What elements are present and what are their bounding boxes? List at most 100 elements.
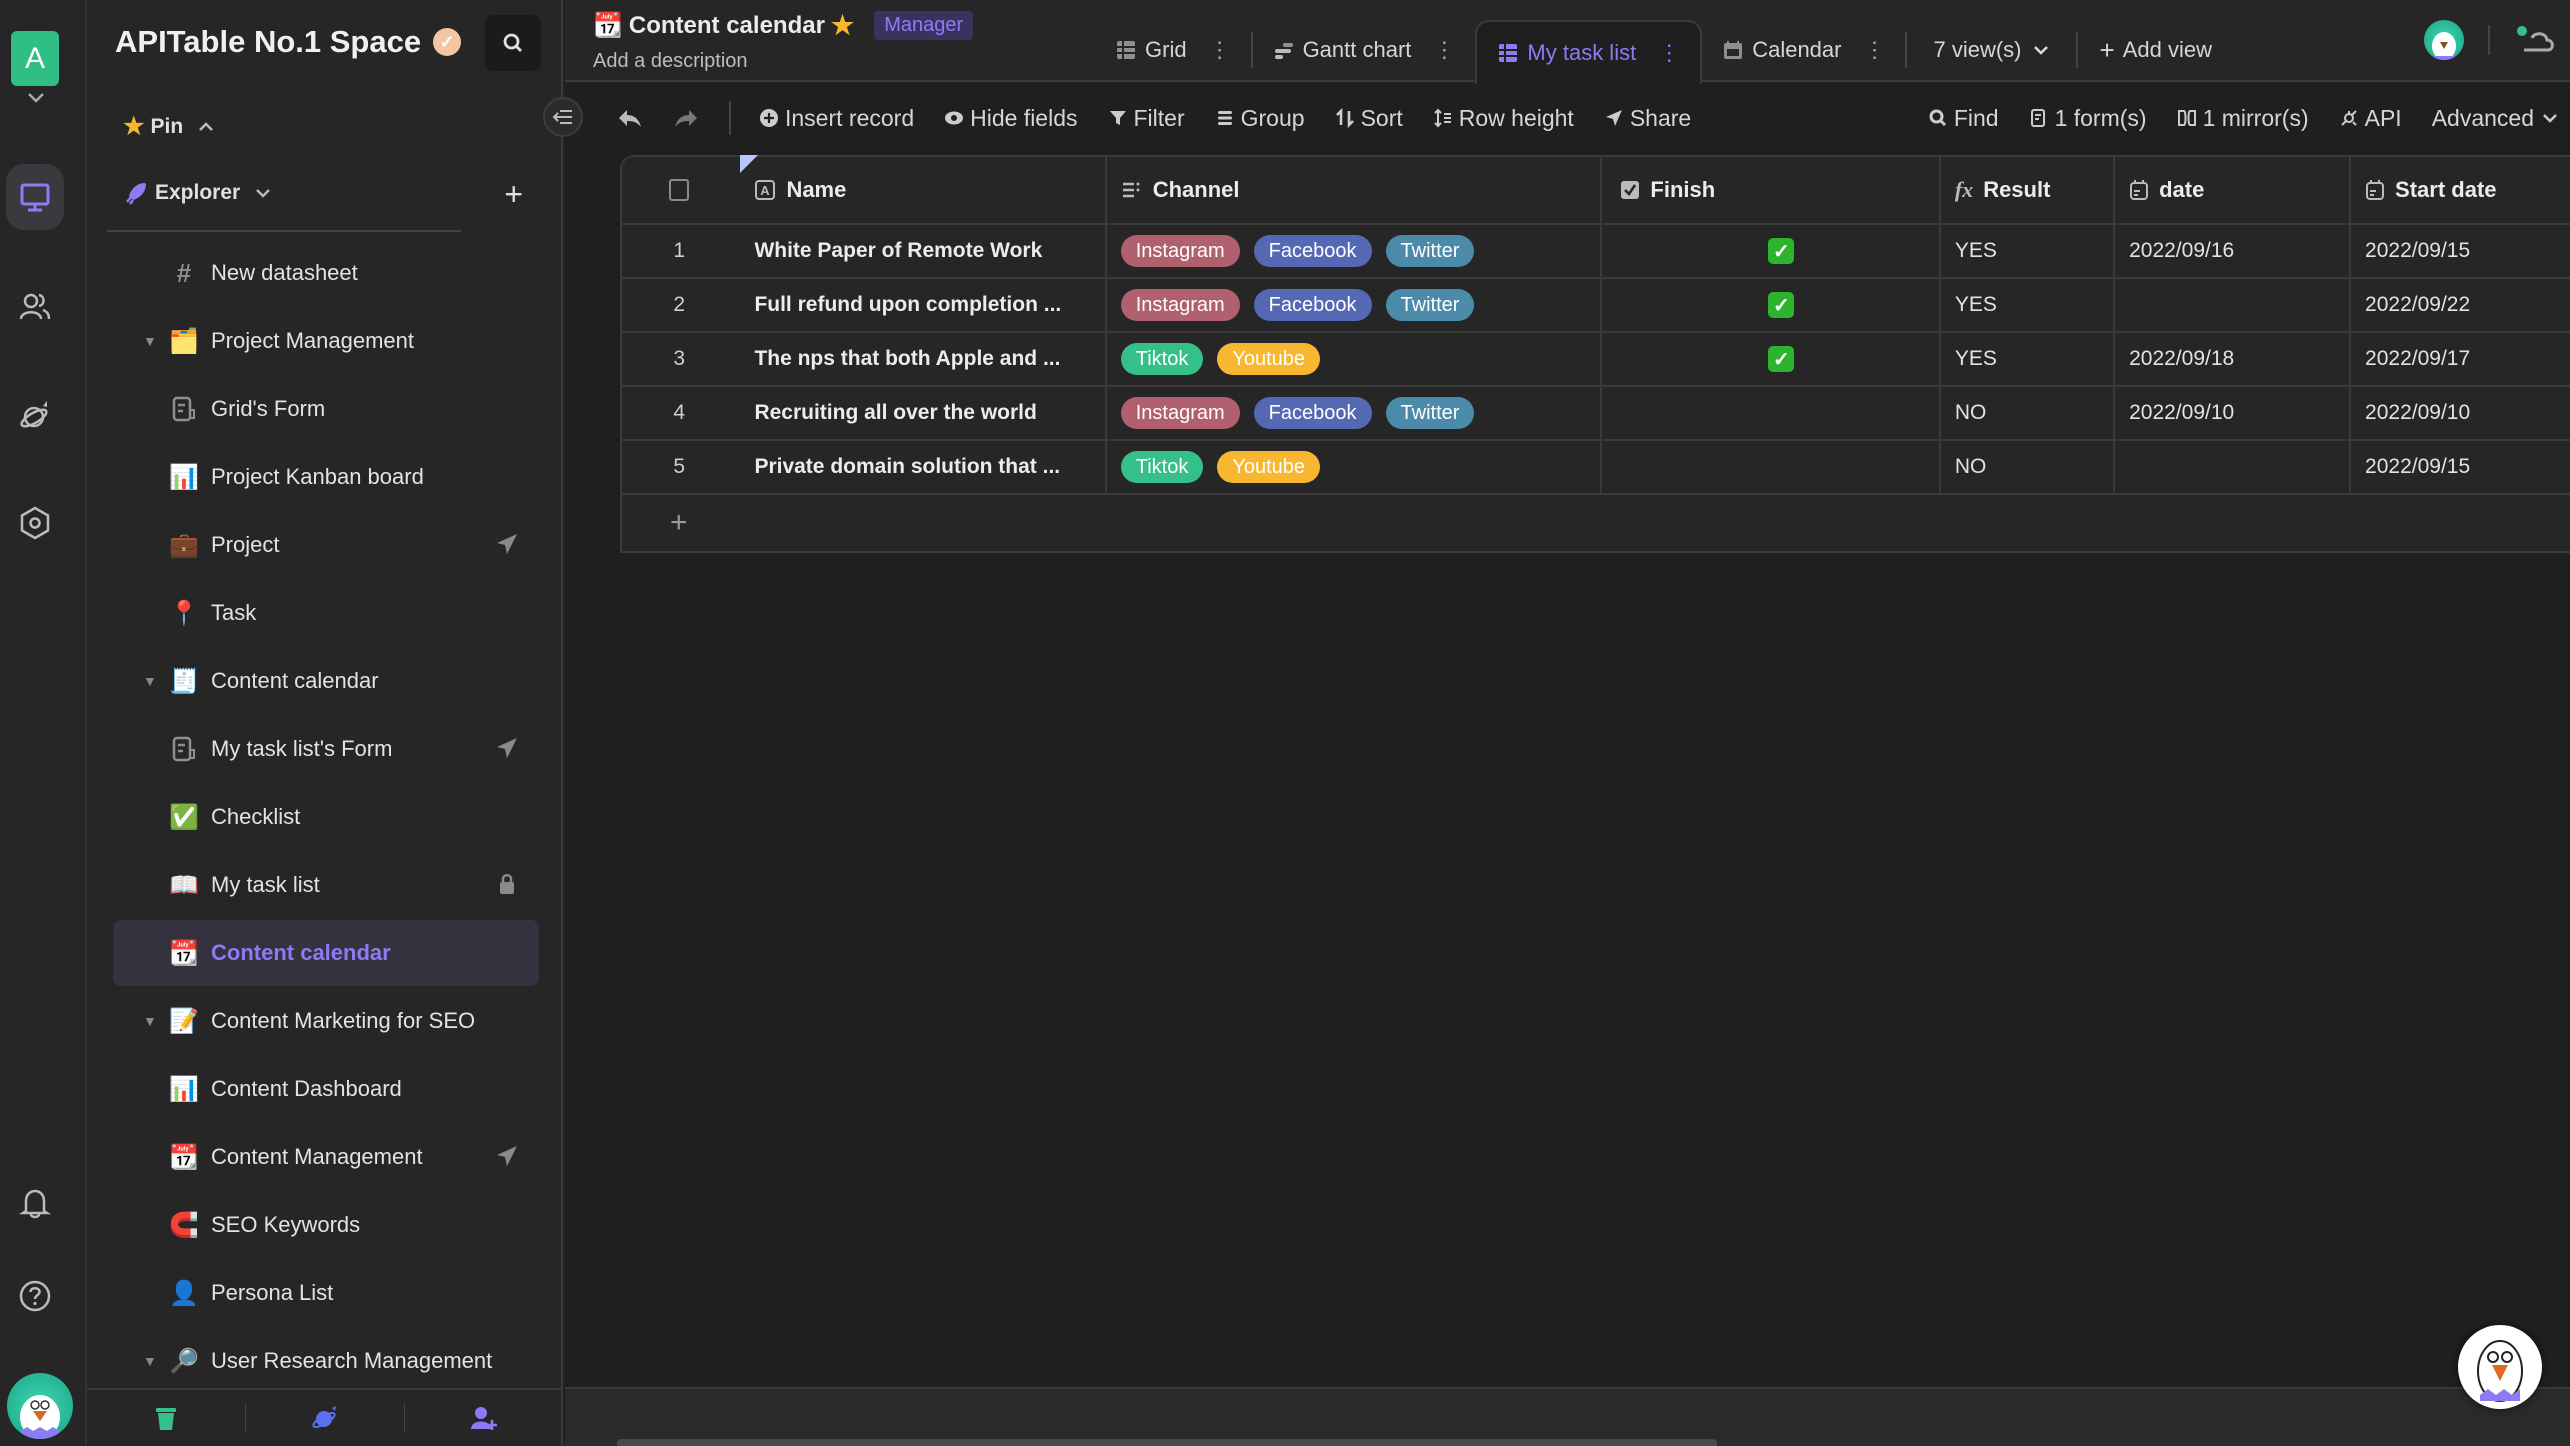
help-button[interactable]	[6, 1263, 64, 1329]
column-header-result[interactable]: fx Result	[1941, 157, 2116, 223]
sidebar-item[interactable]: Grid's Form	[113, 376, 539, 442]
sidebar-item[interactable]: 📊 Project Kanban board	[113, 444, 539, 510]
chevron-down-icon[interactable]	[26, 90, 46, 106]
start-date-cell[interactable]: 2022/09/15	[2351, 225, 2570, 277]
column-header-channel[interactable]: Channel	[1107, 157, 1603, 223]
checked-icon[interactable]: ✓	[1768, 346, 1795, 372]
management-button[interactable]	[6, 490, 64, 556]
workbench-button[interactable]	[6, 164, 64, 230]
row-index[interactable]: 1	[622, 225, 736, 277]
sidebar-item[interactable]: # New datasheet	[113, 240, 539, 306]
assistant-avatar-button[interactable]	[2458, 1325, 2542, 1409]
table-row[interactable]: 1 White Paper of Remote Work Instagram Face…	[622, 225, 2570, 279]
finish-cell[interactable]: ✓	[1602, 225, 1941, 277]
start-date-cell[interactable]: 2022/09/17	[2351, 333, 2570, 385]
sidebar-item[interactable]: 💼 Project	[113, 512, 539, 578]
calendar-emoji-icon[interactable]: 📆	[593, 11, 623, 40]
collapse-sidebar-button[interactable]	[543, 97, 583, 137]
cloud-sync-icon[interactable]	[2514, 24, 2558, 56]
space-switcher-avatar[interactable]: A	[11, 31, 59, 86]
channel-cell[interactable]: Instagram Facebook Twitter	[1107, 387, 1603, 439]
result-cell[interactable]: YES	[1941, 225, 2116, 277]
hide-fields-button[interactable]: Hide fields	[944, 105, 1078, 132]
horizontal-scrollbar[interactable]	[617, 1439, 1717, 1446]
views-dropdown[interactable]: 7 view(s)	[1907, 18, 2075, 82]
start-date-cell[interactable]: 2022/09/15	[2351, 441, 2570, 493]
tab-calendar[interactable]: Calendar ⋮	[1702, 18, 1905, 82]
checked-icon[interactable]: ✓	[1768, 292, 1795, 318]
checked-icon[interactable]: ✓	[1768, 238, 1795, 264]
result-cell[interactable]: NO	[1941, 387, 2116, 439]
chevron-down-icon[interactable]	[254, 186, 272, 200]
table-row[interactable]: 4 Recruiting all over the world Instagram F…	[622, 387, 2570, 441]
template-center-button[interactable]	[246, 1403, 405, 1433]
api-button[interactable]: API	[2339, 105, 2402, 132]
name-cell[interactable]: Full refund upon completion ...	[736, 279, 1107, 331]
table-row[interactable]: 2 Full refund upon completion ... Instagra…	[622, 279, 2570, 333]
column-header-finish[interactable]: Finish	[1602, 157, 1941, 223]
row-index[interactable]: 5	[622, 441, 736, 493]
add-record-button[interactable]: +	[622, 495, 2570, 551]
sidebar-item[interactable]: 📍 Task	[113, 580, 539, 646]
sidebar-item[interactable]: ✅ Checklist	[113, 784, 539, 850]
table-row[interactable]: 3 The nps that both Apple and ... Tiktok Yo…	[622, 333, 2570, 387]
result-cell[interactable]: YES	[1941, 279, 2116, 331]
explorer-label[interactable]: Explorer	[155, 181, 240, 205]
row-index[interactable]: 4	[622, 387, 736, 439]
select-all-checkbox[interactable]	[669, 179, 690, 201]
trash-button[interactable]	[87, 1403, 246, 1433]
row-index[interactable]: 2	[622, 279, 736, 331]
result-cell[interactable]: NO	[1941, 441, 2116, 493]
date-cell[interactable]: 2022/09/10	[2115, 387, 2352, 439]
caret-down-icon[interactable]: ▼	[143, 673, 157, 689]
name-cell[interactable]: Private domain solution that ...	[736, 441, 1107, 493]
sidebar-item[interactable]: My task list's Form	[113, 716, 539, 782]
insert-record-button[interactable]: Insert record	[759, 105, 914, 132]
date-cell[interactable]	[2115, 279, 2352, 331]
search-button[interactable]	[485, 15, 541, 71]
finish-cell[interactable]	[1602, 441, 1941, 493]
sort-button[interactable]: Sort	[1335, 105, 1403, 132]
finish-cell[interactable]	[1602, 387, 1941, 439]
channel-cell[interactable]: Instagram Facebook Twitter	[1107, 225, 1603, 277]
tab-my-task-list[interactable]: My task list ⋮	[1475, 20, 1703, 84]
caret-down-icon[interactable]: ▼	[143, 333, 157, 349]
row-height-button[interactable]: Row height	[1433, 105, 1574, 132]
advanced-dropdown[interactable]: Advanced	[2432, 105, 2560, 132]
group-button[interactable]: Group	[1215, 105, 1305, 132]
invite-member-button[interactable]	[405, 1403, 563, 1433]
name-cell[interactable]: Recruiting all over the world	[736, 387, 1107, 439]
result-cell[interactable]: YES	[1941, 333, 2116, 385]
name-cell[interactable]: White Paper of Remote Work	[736, 225, 1107, 277]
sidebar-item[interactable]: 📊 Content Dashboard	[113, 1056, 539, 1122]
space-title[interactable]: APITable No.1 Space ✓	[115, 24, 462, 60]
date-cell[interactable]: 2022/09/18	[2115, 333, 2352, 385]
favorite-star-icon[interactable]: ★	[831, 10, 854, 41]
name-cell[interactable]: The nps that both Apple and ...	[736, 333, 1107, 385]
collaborator-avatar[interactable]	[2424, 20, 2464, 60]
mirrors-button[interactable]: 1 mirror(s)	[2177, 105, 2309, 132]
start-date-cell[interactable]: 2022/09/10	[2351, 387, 2570, 439]
caret-down-icon[interactable]: ▼	[143, 1353, 157, 1369]
column-header-name[interactable]: A Name	[736, 157, 1107, 223]
sidebar-item[interactable]: ▼ 🔎 User Research Management	[113, 1328, 539, 1394]
tab-gantt[interactable]: Gantt chart ⋮	[1253, 18, 1476, 82]
add-view-button[interactable]: + Add view	[2078, 18, 2234, 82]
explore-templates-button[interactable]	[6, 382, 64, 448]
finish-cell[interactable]: ✓	[1602, 279, 1941, 331]
user-avatar[interactable]	[7, 1373, 73, 1439]
sidebar-item[interactable]: 🧲 SEO Keywords	[113, 1192, 539, 1258]
add-node-button[interactable]: +	[504, 176, 523, 213]
share-button[interactable]: Share	[1604, 105, 1691, 132]
date-cell[interactable]: 2022/09/16	[2115, 225, 2352, 277]
more-icon[interactable]: ⋮	[1433, 37, 1455, 63]
column-header-start-date[interactable]: Start date	[2351, 157, 2570, 223]
sidebar-item[interactable]: 📆 Content calendar	[113, 920, 539, 986]
channel-cell[interactable]: Instagram Facebook Twitter	[1107, 279, 1603, 331]
finish-cell[interactable]: ✓	[1602, 333, 1941, 385]
find-button[interactable]: Find	[1928, 105, 1999, 132]
sidebar-item[interactable]: ▼ 🧾 Content calendar	[113, 648, 539, 714]
sidebar-item[interactable]: 📆 Content Management	[113, 1124, 539, 1190]
column-header-date[interactable]: date	[2115, 157, 2352, 223]
sidebar-item[interactable]: 📖 My task list	[113, 852, 539, 918]
